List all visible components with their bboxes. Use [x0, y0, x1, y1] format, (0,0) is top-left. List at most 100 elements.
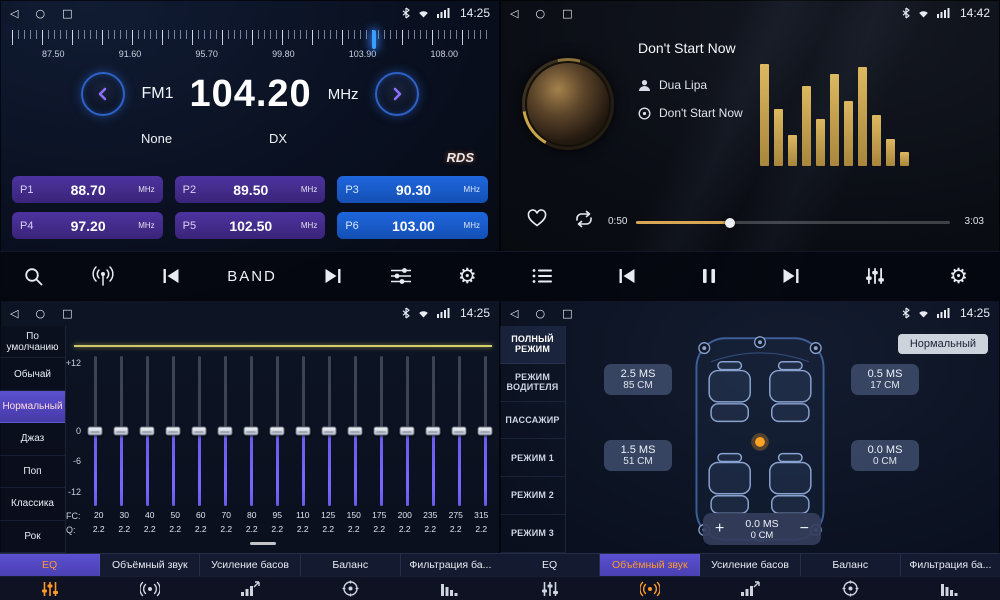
delay-increase-button[interactable]: + — [713, 521, 726, 537]
band-button[interactable]: BAND — [223, 264, 281, 289]
eq-band-slider[interactable] — [112, 356, 130, 506]
slider-knob[interactable] — [452, 427, 467, 436]
playlist-button[interactable] — [528, 264, 557, 288]
back-icon[interactable]: ◁ — [510, 8, 518, 19]
delay-box-rear-left[interactable]: 1.5 MS 51 CM — [604, 440, 672, 471]
recents-icon[interactable]: □ — [62, 308, 72, 319]
eq-band-slider[interactable] — [424, 356, 442, 506]
bass-boost-icon[interactable] — [700, 581, 800, 597]
slider-knob[interactable] — [322, 427, 337, 436]
slider-knob[interactable] — [348, 427, 363, 436]
slider-knob[interactable] — [114, 427, 129, 436]
slider-knob[interactable] — [140, 427, 155, 436]
pause-button[interactable] — [697, 263, 721, 289]
radio-preset-p4[interactable]: P4 97.20 MHz — [12, 212, 163, 239]
home-icon[interactable]: ○ — [35, 308, 45, 319]
eq-preset-item-5[interactable]: Классика — [0, 488, 65, 520]
eq-preset-item-2[interactable]: Нормальный — [0, 391, 65, 423]
equalizer-icon[interactable] — [500, 581, 600, 597]
surround-mode-item-0[interactable]: ПОЛНЫЙ РЕЖИМ — [500, 326, 565, 364]
next-track-button[interactable] — [777, 263, 805, 289]
audio-tab-1[interactable]: Объёмный звук — [100, 554, 200, 576]
previous-track-button[interactable] — [613, 263, 641, 289]
eq-preset-item-1[interactable]: Обычай — [0, 358, 65, 390]
slider-knob[interactable] — [88, 427, 103, 436]
next-station-button[interactable] — [319, 263, 347, 289]
slider-knob[interactable] — [218, 427, 233, 436]
eq-band-slider[interactable] — [320, 356, 338, 506]
crossover-filter-icon[interactable] — [900, 581, 1000, 597]
delay-box-rear-right[interactable]: 0.0 MS 0 CM — [851, 440, 919, 471]
slider-knob[interactable] — [166, 427, 181, 436]
audio-tab-3[interactable]: Баланс — [801, 554, 901, 576]
eq-band-slider[interactable] — [268, 356, 286, 506]
slider-knob[interactable] — [374, 427, 389, 436]
slider-knob[interactable] — [192, 427, 207, 436]
favorite-button[interactable] — [526, 208, 548, 231]
progress-knob[interactable] — [725, 218, 735, 228]
audio-tab-4[interactable]: Фильтрация ба... — [401, 554, 500, 576]
eq-band-slider[interactable] — [294, 356, 312, 506]
broadcast-button[interactable] — [87, 262, 119, 290]
equalizer-button[interactable] — [861, 263, 889, 289]
home-icon[interactable]: ○ — [535, 8, 545, 19]
bass-boost-icon[interactable] — [200, 581, 300, 597]
eq-band-slider[interactable] — [190, 356, 208, 506]
recents-icon[interactable]: □ — [562, 308, 572, 319]
radio-preset-p1[interactable]: P1 88.70 MHz — [12, 176, 163, 203]
audio-settings-button[interactable] — [386, 263, 416, 289]
repeat-button[interactable] — [572, 210, 596, 231]
surround-mode-item-2[interactable]: ПАССАЖИР — [500, 402, 565, 440]
eq-preset-item-4[interactable]: Поп — [0, 456, 65, 488]
previous-station-button[interactable] — [157, 263, 185, 289]
audio-tab-1[interactable]: Объёмный звук — [600, 554, 700, 576]
eq-band-slider[interactable] — [86, 356, 104, 506]
progress-bar[interactable] — [636, 221, 950, 224]
delay-decrease-button[interactable]: − — [798, 521, 811, 537]
slider-knob[interactable] — [244, 427, 259, 436]
settings-button[interactable]: ⚙ — [454, 262, 481, 291]
settings-button[interactable]: ⚙ — [945, 262, 972, 291]
eq-band-slider[interactable] — [138, 356, 156, 506]
surround-mode-item-1[interactable]: РЕЖИМ ВОДИТЕЛЯ — [500, 364, 565, 402]
surround-sound-icon[interactable] — [600, 581, 700, 597]
eq-preset-item-3[interactable]: Джаз — [0, 423, 65, 455]
audio-tab-4[interactable]: Фильтрация ба... — [901, 554, 1000, 576]
frequency-scale[interactable]: 87.5091.6095.7099.80103.90108.00 — [12, 30, 488, 66]
eq-band-slider[interactable] — [242, 356, 260, 506]
sound-profile-button[interactable]: Нормальный — [898, 334, 988, 354]
recents-icon[interactable]: □ — [62, 8, 72, 19]
eq-band-slider[interactable] — [476, 356, 494, 506]
eq-band-slider[interactable] — [164, 356, 182, 506]
eq-band-slider[interactable] — [450, 356, 468, 506]
surround-sound-icon[interactable] — [100, 581, 200, 597]
audio-tab-2[interactable]: Усиление басов — [200, 554, 300, 576]
balance-icon[interactable] — [300, 580, 400, 597]
audio-tab-0[interactable]: EQ — [500, 554, 600, 576]
eq-band-slider[interactable] — [372, 356, 390, 506]
eq-preset-item-6[interactable]: Рок — [0, 521, 65, 553]
delay-box-front-left[interactable]: 2.5 MS 85 CM — [604, 364, 672, 395]
slider-knob[interactable] — [426, 427, 441, 436]
delay-box-front-right[interactable]: 0.5 MS 17 CM — [851, 364, 919, 395]
surround-mode-item-3[interactable]: РЕЖИМ 1 — [500, 439, 565, 477]
balance-icon[interactable] — [800, 580, 900, 597]
surround-mode-item-5[interactable]: РЕЖИМ 3 — [500, 515, 565, 553]
surround-mode-item-4[interactable]: РЕЖИМ 2 — [500, 477, 565, 515]
slider-knob[interactable] — [296, 427, 311, 436]
back-icon[interactable]: ◁ — [10, 308, 18, 319]
home-icon[interactable]: ○ — [535, 308, 545, 319]
back-icon[interactable]: ◁ — [10, 8, 18, 19]
recents-icon[interactable]: □ — [562, 8, 572, 19]
radio-preset-p2[interactable]: P2 89.50 MHz — [175, 176, 326, 203]
eq-preset-item-0[interactable]: По умолчанию — [0, 326, 65, 358]
slider-knob[interactable] — [478, 427, 493, 436]
audio-tab-0[interactable]: EQ — [0, 554, 100, 576]
radio-preset-p6[interactable]: P6 103.00 MHz — [337, 212, 488, 239]
home-icon[interactable]: ○ — [35, 8, 45, 19]
equalizer-icon[interactable] — [0, 581, 100, 597]
crossover-filter-icon[interactable] — [400, 581, 500, 597]
scan-search-button[interactable] — [19, 262, 48, 291]
slider-knob[interactable] — [400, 427, 415, 436]
back-icon[interactable]: ◁ — [510, 308, 518, 319]
